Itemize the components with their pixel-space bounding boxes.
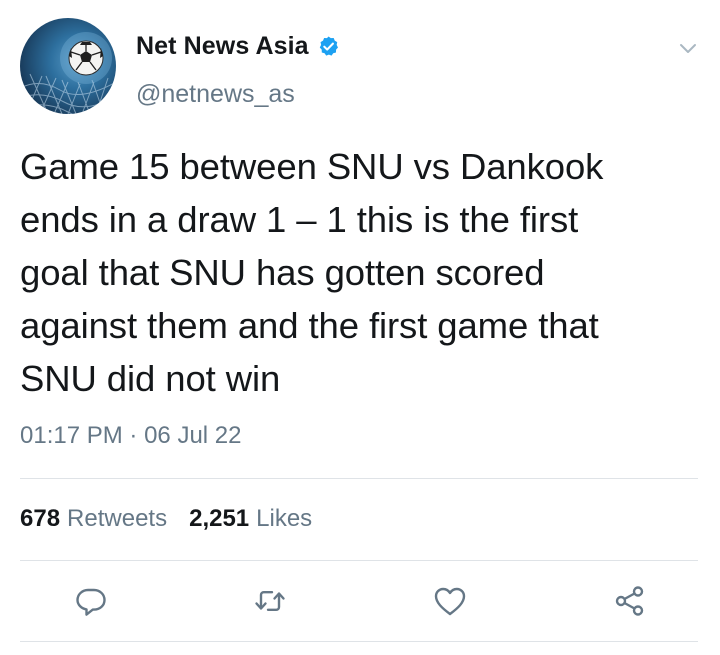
- chevron-down-icon[interactable]: [676, 36, 700, 60]
- author-name-row[interactable]: Net News Asia: [136, 32, 340, 61]
- author-display-name[interactable]: Net News Asia: [136, 32, 309, 61]
- like-icon: [434, 587, 466, 616]
- engagement-stats: 678 Retweets 2,251 Likes: [20, 505, 312, 533]
- tweet-date: 06 Jul 22: [144, 422, 242, 449]
- like-button[interactable]: [432, 583, 468, 619]
- tweet-text: Game 15 between SNU vs Dankook ends in a…: [20, 146, 604, 399]
- likes-count: 2,251: [189, 505, 250, 532]
- likes-stat[interactable]: 2,251 Likes: [189, 505, 312, 533]
- tweet-timestamp[interactable]: 01:17 PM · 06 Jul 22: [20, 422, 241, 450]
- retweet-icon: [255, 591, 285, 611]
- share-button[interactable]: [612, 583, 648, 619]
- retweets-count: 678: [20, 505, 61, 532]
- divider: [20, 478, 698, 479]
- action-bar: [0, 583, 720, 623]
- divider: [20, 560, 698, 561]
- likes-label: Likes: [256, 505, 313, 532]
- timestamp-separator: ·: [129, 422, 138, 449]
- soccer-ball-net-avatar: [20, 32, 116, 114]
- avatar[interactable]: [20, 18, 116, 114]
- author-handle[interactable]: @netnews_as: [136, 80, 295, 109]
- divider: [20, 641, 698, 642]
- reply-icon: [76, 588, 106, 616]
- retweets-label: Retweets: [67, 505, 168, 532]
- retweets-stat[interactable]: 678 Retweets: [20, 505, 167, 533]
- reply-button[interactable]: [73, 583, 109, 619]
- share-icon: [615, 586, 644, 616]
- verified-badge-icon: [317, 35, 340, 58]
- tweet-time: 01:17 PM: [20, 422, 123, 449]
- retweet-button[interactable]: [252, 583, 288, 619]
